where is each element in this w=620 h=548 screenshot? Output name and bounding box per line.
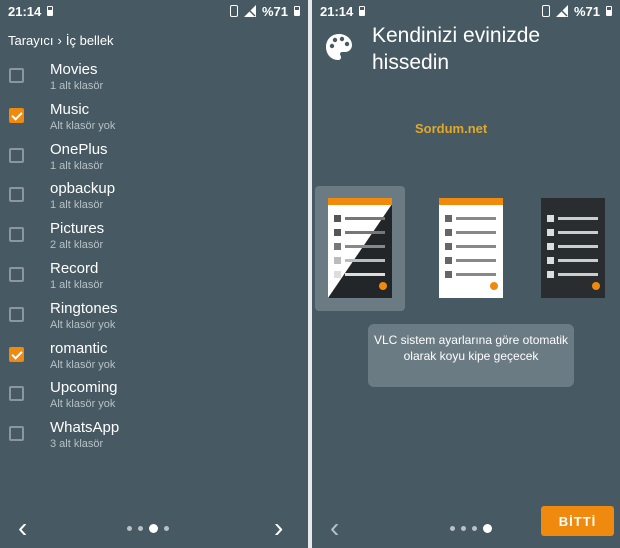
folder-name: Ringtones	[50, 299, 118, 317]
folder-subcount: 3 alt klasör	[50, 438, 104, 451]
folder-checkbox[interactable]	[9, 386, 24, 402]
folder-item[interactable]: opbackup 1 alt klasör	[0, 175, 308, 215]
battery-level: %71	[261, 3, 288, 19]
folder-name: WhatsApp	[50, 419, 120, 437]
folder-list: Movies 1 alt klasör Music Alt klasör yok One…	[0, 56, 308, 454]
page-dot	[450, 526, 455, 531]
signal-icon	[555, 5, 568, 17]
folder-item[interactable]: Movies 1 alt klasör	[0, 56, 308, 96]
page-dot	[164, 526, 169, 531]
folder-name: Movies	[50, 61, 98, 78]
page-dot	[461, 526, 466, 531]
breadcrumb-root[interactable]: Tarayıcı	[8, 33, 54, 48]
page-dot	[472, 526, 477, 531]
page-title: Kendinizi evinizde hissedin	[372, 24, 541, 74]
light-theme-icon	[439, 198, 503, 298]
battery-level: %71	[573, 3, 600, 19]
page-dot	[138, 526, 143, 531]
theme-option-dark[interactable]	[528, 186, 618, 311]
page-dot	[149, 524, 158, 533]
folder-subcount: Alt klasör yok	[50, 318, 116, 331]
watermark: Sordum.net	[415, 121, 488, 136]
folder-name: Pictures	[50, 220, 105, 238]
theme-option-light[interactable]	[426, 186, 516, 311]
page-dot	[483, 524, 492, 533]
right-screen: 21:14 %71 Kendinizi evinizde hissedin So…	[312, 0, 620, 548]
signal-icon	[243, 5, 256, 17]
status-bar: 21:14 %71	[0, 0, 308, 22]
folder-name: Upcoming	[50, 379, 118, 397]
folder-item[interactable]: Music Alt klasör yok	[0, 96, 308, 136]
battery-charging-icon	[359, 6, 366, 16]
battery-icon	[294, 6, 300, 16]
folder-item[interactable]: OnePlus 1 alt klasör	[0, 136, 308, 176]
folder-checkbox[interactable]	[9, 227, 24, 243]
auto-theme-icon	[328, 198, 392, 298]
done-button[interactable]: BİTTİ	[541, 506, 614, 536]
folder-subcount: Alt klasör yok	[50, 398, 116, 411]
prev-arrow-icon[interactable]: ‹	[18, 514, 27, 542]
theme-option-auto[interactable]	[315, 186, 405, 311]
folder-subcount: 2 alt klasör	[50, 239, 104, 252]
folder-name: Record	[50, 259, 99, 277]
folder-checkbox[interactable]	[9, 266, 24, 282]
prev-arrow-icon[interactable]: ‹	[330, 514, 339, 542]
folder-item[interactable]: Ringtones Alt klasör yok	[0, 295, 308, 335]
dark-theme-icon	[541, 198, 605, 298]
palette-icon	[326, 34, 352, 60]
folder-checkbox[interactable]	[9, 68, 24, 83]
breadcrumb: Tarayıcı › İç bellek	[8, 33, 114, 48]
left-nav: ‹ ›	[0, 508, 308, 548]
folder-name: opbackup	[50, 180, 116, 198]
status-time: 21:14	[320, 3, 354, 19]
folder-item[interactable]: Record 1 alt klasör	[0, 255, 308, 295]
folder-checkbox[interactable]	[9, 426, 24, 442]
folder-subcount: 1 alt klasör	[50, 199, 104, 212]
folder-subcount: Alt klasör yok	[50, 358, 116, 371]
folder-checkbox[interactable]	[9, 147, 24, 163]
left-screen: 21:14 %71 Tarayıcı › İç bellek Movies 1 a…	[0, 0, 308, 548]
folder-item[interactable]: Upcoming Alt klasör yok	[0, 374, 308, 414]
next-arrow-icon[interactable]: ›	[274, 514, 283, 542]
page-dot	[127, 526, 132, 531]
folder-subcount: 1 alt klasör	[50, 159, 104, 172]
battery-charging-icon	[47, 6, 54, 16]
folder-subcount: 1 alt klasör	[50, 278, 104, 291]
folder-checkbox[interactable]	[9, 107, 24, 123]
folder-name: romantic	[50, 339, 108, 357]
folder-checkbox[interactable]	[9, 306, 24, 322]
folder-name: OnePlus	[50, 140, 108, 158]
folder-checkbox[interactable]	[9, 187, 24, 203]
page-indicator	[127, 524, 169, 533]
folder-name: Music	[50, 100, 90, 118]
battery-icon	[606, 6, 612, 16]
status-time: 21:14	[8, 3, 42, 19]
folder-checkbox[interactable]	[9, 346, 24, 362]
folder-item[interactable]: Pictures 2 alt klasör	[0, 215, 308, 255]
folder-subcount: Alt klasör yok	[50, 119, 116, 132]
chevron-right-icon: ›	[57, 33, 62, 48]
page-indicator	[450, 524, 492, 533]
breadcrumb-current[interactable]: İç bellek	[66, 33, 114, 48]
folder-item[interactable]: romantic Alt klasör yok	[0, 335, 308, 375]
status-bar: 21:14 %71	[312, 0, 620, 22]
folder-subcount: 1 alt klasör	[50, 80, 104, 92]
folder-item[interactable]: WhatsApp 3 alt klasör	[0, 414, 308, 454]
theme-tooltip: VLC sistem ayarlarına göre otomatik olar…	[368, 324, 574, 387]
vibrate-icon	[229, 5, 238, 17]
vibrate-icon	[541, 5, 550, 17]
